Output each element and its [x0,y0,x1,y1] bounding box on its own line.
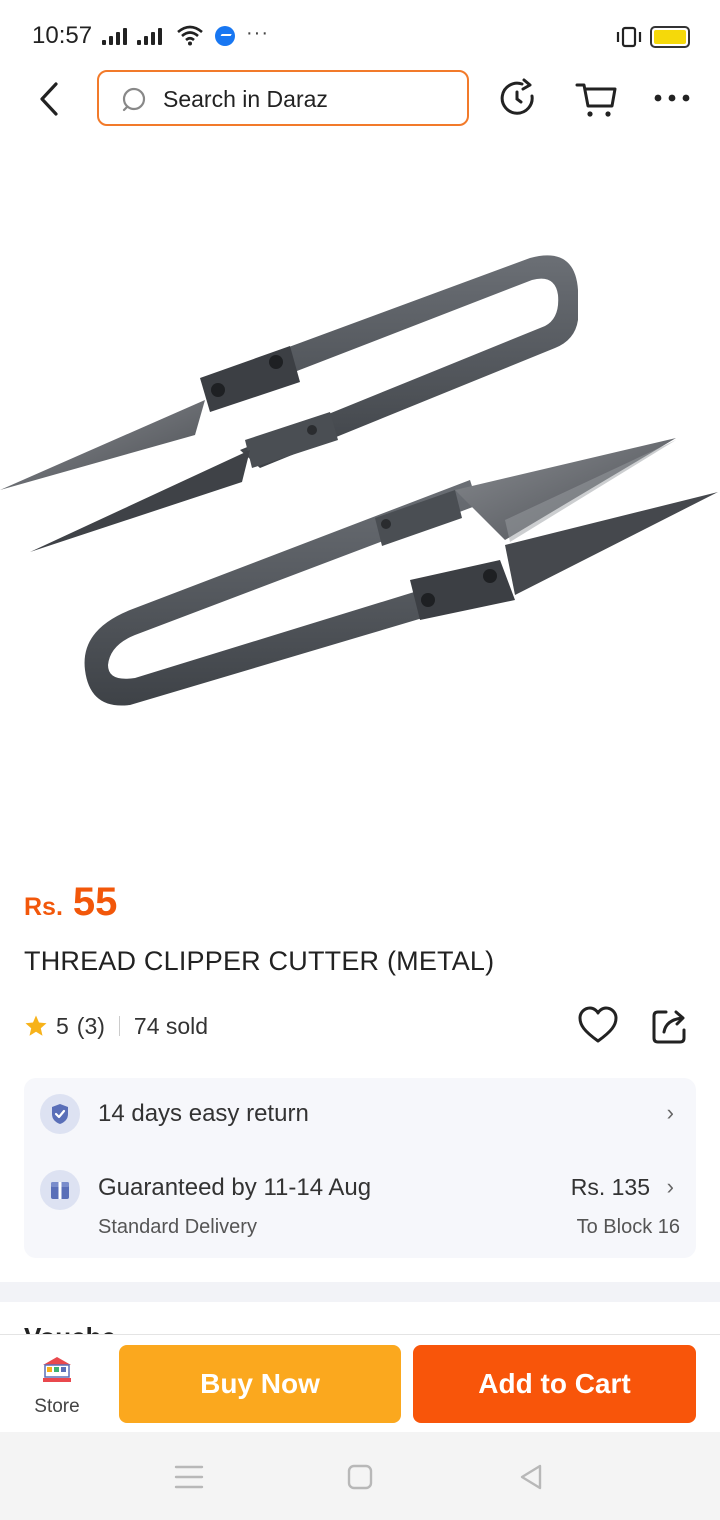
top-nav [0,68,720,130]
store-logo-icon [43,1357,71,1382]
price-currency: Rs. [24,893,63,921]
more-button[interactable] [648,74,696,122]
section-heading-text: Vouchers [24,1324,114,1334]
section-divider [0,1282,720,1302]
signal-icon [137,28,162,45]
delivery-estimate: Guaranteed by 11-14 Aug [98,1174,372,1201]
store-button[interactable]: Store [20,1355,94,1418]
vibrate-icon [616,26,642,48]
rating-count[interactable]: (3) [77,1013,105,1040]
delivery-area: To Block 16 [576,1216,680,1238]
search-icon [122,87,146,112]
status-time: 10:57 [32,22,93,49]
wifi-icon [177,25,203,46]
service-card: 14 days easy return › Guaranteed by 11-1… [24,1078,696,1258]
delivery-row[interactable]: Guaranteed by 11-14 Aug Standard Deliver… [24,1158,696,1258]
divider [118,1016,120,1036]
cart-button[interactable] [572,74,620,122]
messenger-icon [215,26,235,46]
buy-now-button[interactable]: Buy Now [119,1345,401,1423]
product-price: Rs. 55 [24,880,117,925]
section-heading: Vouchers [24,1324,114,1334]
delivery-price: Rs. 135 [570,1174,650,1200]
chevron-right-icon: › [666,1100,674,1125]
shield-check-icon [40,1094,80,1134]
more-icon [654,94,690,102]
star-icon [25,1015,47,1036]
return-text: 14 days easy return [98,1100,309,1127]
rating-row: 5 (3) 74 sold [24,1006,696,1046]
system-nav-bar [0,1432,720,1520]
store-label: Store [34,1396,80,1417]
menu-icon[interactable] [172,1462,206,1492]
heart-icon[interactable] [576,1004,620,1048]
sold-count: 74 sold [133,1012,209,1039]
product-image[interactable] [0,150,720,850]
history-button[interactable] [494,74,542,122]
search-input[interactable] [163,82,453,116]
history-icon [500,78,534,115]
price-value: 55 [72,880,118,924]
product-title: THREAD CLIPPER CUTTER (METAL) [24,946,495,976]
rating-value: 5 [56,1012,69,1039]
delivery-type: Standard Delivery [98,1216,257,1238]
return-policy-row[interactable]: 14 days easy return › [24,1078,696,1154]
back-triangle-icon[interactable] [514,1462,548,1492]
chevron-right-icon: › [666,1174,674,1199]
battery-icon [650,26,690,48]
status-more-icon: ··· [246,22,269,44]
home-icon[interactable] [343,1462,377,1492]
share-icon[interactable] [648,1004,692,1048]
delivery-box-icon [40,1170,80,1210]
cart-icon [575,83,617,117]
add-to-cart-button[interactable]: Add to Cart [413,1345,696,1423]
status-bar: 10:57 ··· [0,0,720,70]
search-bar[interactable] [97,70,469,126]
back-icon[interactable] [30,76,70,122]
action-bar: Store Buy Now Add to Cart [0,1334,720,1432]
signal-icon [102,28,127,45]
